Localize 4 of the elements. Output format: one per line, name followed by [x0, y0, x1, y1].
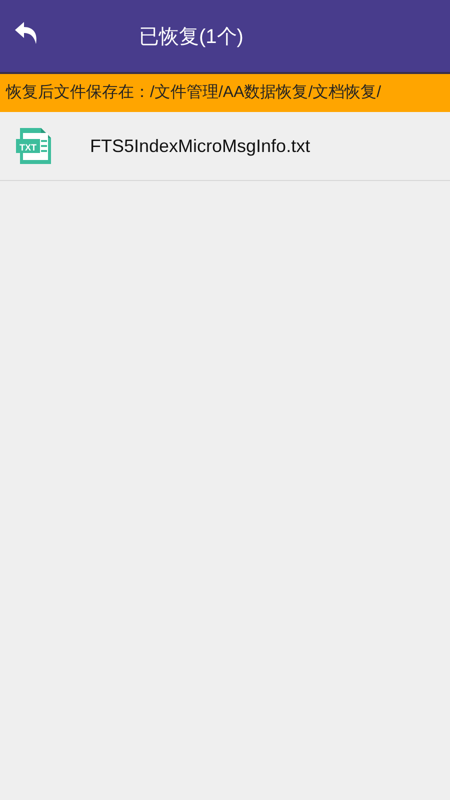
file-name: FTS5IndexMicroMsgInfo.txt — [90, 134, 310, 158]
file-row[interactable]: TXT FTS5IndexMicroMsgInfo.txt — [0, 112, 450, 181]
save-path-notice: 恢复后文件保存在：/文件管理/AA数据恢复/文档恢复/ — [6, 82, 382, 103]
screen-title: 已恢复(1个) — [139, 25, 244, 50]
